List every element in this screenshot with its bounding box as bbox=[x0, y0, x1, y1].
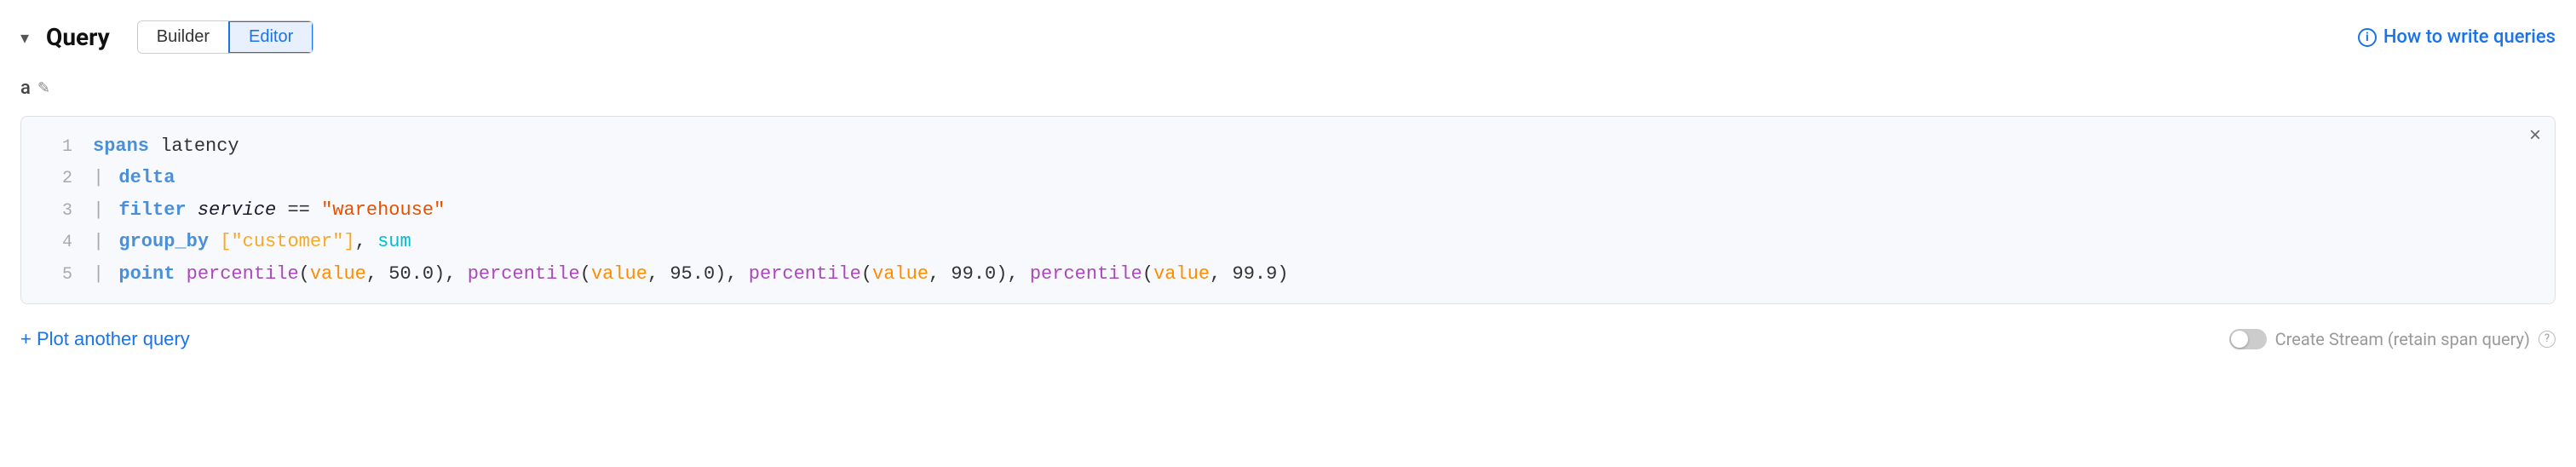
token-plain: , 95.0), bbox=[647, 263, 749, 285]
token-plain bbox=[175, 263, 186, 285]
token-kw-blue: filter bbox=[118, 199, 186, 221]
token-op-pipe: | bbox=[93, 167, 115, 188]
how-to-label: How to write queries bbox=[2383, 26, 2556, 48]
how-to-link[interactable]: i How to write queries bbox=[2358, 26, 2556, 48]
line-content: | delta bbox=[93, 162, 2538, 193]
token-kw-orange: value bbox=[310, 263, 366, 285]
page-title: Query bbox=[46, 23, 110, 51]
line-content: spans latency bbox=[93, 130, 2538, 162]
page-wrapper: ▾ Query Builder Editor i How to write qu… bbox=[0, 0, 2576, 467]
code-line: 5| point percentile(value, 50.0), percen… bbox=[21, 258, 2555, 290]
token-plain bbox=[209, 231, 220, 252]
create-stream-area: Create Stream (retain span query) ? bbox=[2229, 329, 2556, 349]
header-row: ▾ Query Builder Editor i How to write qu… bbox=[20, 14, 2556, 61]
footer-row: + Plot another query Create Stream (reta… bbox=[20, 321, 2556, 357]
token-kw-orange: value bbox=[1153, 263, 1210, 285]
info-icon: i bbox=[2358, 28, 2377, 47]
token-val-italic: service bbox=[198, 199, 276, 221]
line-number: 2 bbox=[38, 164, 72, 193]
token-plain bbox=[187, 199, 198, 221]
help-icon[interactable]: ? bbox=[2539, 331, 2556, 348]
code-editor[interactable]: × 1 spans latency 2 | delta 3 | filter servic… bbox=[20, 116, 2556, 304]
code-line: 4 | group_by ["customer"], sum bbox=[21, 226, 2555, 257]
token-plain: , bbox=[355, 231, 377, 252]
token-kw-orange: value bbox=[872, 263, 929, 285]
code-line: 1 spans latency bbox=[21, 130, 2555, 162]
token-str-green: "warehouse" bbox=[321, 199, 445, 221]
token-plain: ( bbox=[580, 263, 591, 285]
token-fn-purple: percentile bbox=[468, 263, 580, 285]
token-op-pipe: | bbox=[93, 231, 115, 252]
token-kw-blue: spans bbox=[93, 135, 149, 157]
token-str-yellow: "customer" bbox=[231, 231, 343, 252]
token-bracket-yellow: ] bbox=[343, 231, 354, 252]
token-plain: ( bbox=[299, 263, 310, 285]
token-op-pipe: | bbox=[93, 199, 115, 221]
line-number: 1 bbox=[38, 133, 72, 162]
token-kw-teal: sum bbox=[377, 231, 411, 252]
token-plain: ( bbox=[1142, 263, 1153, 285]
token-plain: , 99.0), bbox=[929, 263, 1030, 285]
create-stream-toggle[interactable] bbox=[2229, 329, 2267, 349]
token-plain: ( bbox=[861, 263, 872, 285]
tab-buttons: Builder Editor bbox=[137, 20, 314, 54]
toggle-knob bbox=[2231, 331, 2248, 348]
edit-icon[interactable]: ✎ bbox=[37, 79, 50, 97]
token-plain: , 99.9) bbox=[1210, 263, 1288, 285]
code-line: 2 | delta bbox=[21, 162, 2555, 193]
close-editor-button[interactable]: × bbox=[2529, 125, 2541, 146]
line-content: | point percentile(value, 50.0), percent… bbox=[93, 258, 2538, 290]
create-stream-label: Create Stream (retain span query) bbox=[2275, 329, 2530, 349]
tab-editor[interactable]: Editor bbox=[228, 20, 313, 54]
line-content: | group_by ["customer"], sum bbox=[93, 226, 2538, 257]
token-fn-purple: percentile bbox=[1030, 263, 1142, 285]
token-op-pipe: | bbox=[93, 263, 115, 285]
token-bracket-yellow: [ bbox=[220, 231, 231, 252]
header-left: ▾ Query Builder Editor bbox=[20, 20, 313, 54]
token-fn-purple: percentile bbox=[749, 263, 861, 285]
code-line: 3 | filter service == "warehouse" bbox=[21, 194, 2555, 226]
line-number: 4 bbox=[38, 228, 72, 257]
query-label-row: a ✎ bbox=[20, 74, 2556, 102]
token-kw-blue: delta bbox=[118, 167, 175, 188]
query-label: a bbox=[20, 78, 31, 99]
token-plain: , 50.0), bbox=[366, 263, 468, 285]
tab-builder[interactable]: Builder bbox=[138, 21, 229, 53]
collapse-icon[interactable]: ▾ bbox=[20, 27, 29, 48]
token-fn-purple: percentile bbox=[187, 263, 299, 285]
token-plain: == bbox=[276, 199, 321, 221]
token-kw-blue: group_by bbox=[118, 231, 209, 252]
line-content: | filter service == "warehouse" bbox=[93, 194, 2538, 226]
add-query-button[interactable]: + Plot another query bbox=[20, 328, 190, 350]
token-plain: latency bbox=[149, 135, 239, 157]
code-lines: 1 spans latency 2 | delta 3 | filter service … bbox=[21, 130, 2555, 290]
line-number: 5 bbox=[38, 261, 72, 290]
line-number: 3 bbox=[38, 197, 72, 226]
token-kw-blue: point bbox=[118, 263, 175, 285]
token-kw-orange: value bbox=[591, 263, 647, 285]
